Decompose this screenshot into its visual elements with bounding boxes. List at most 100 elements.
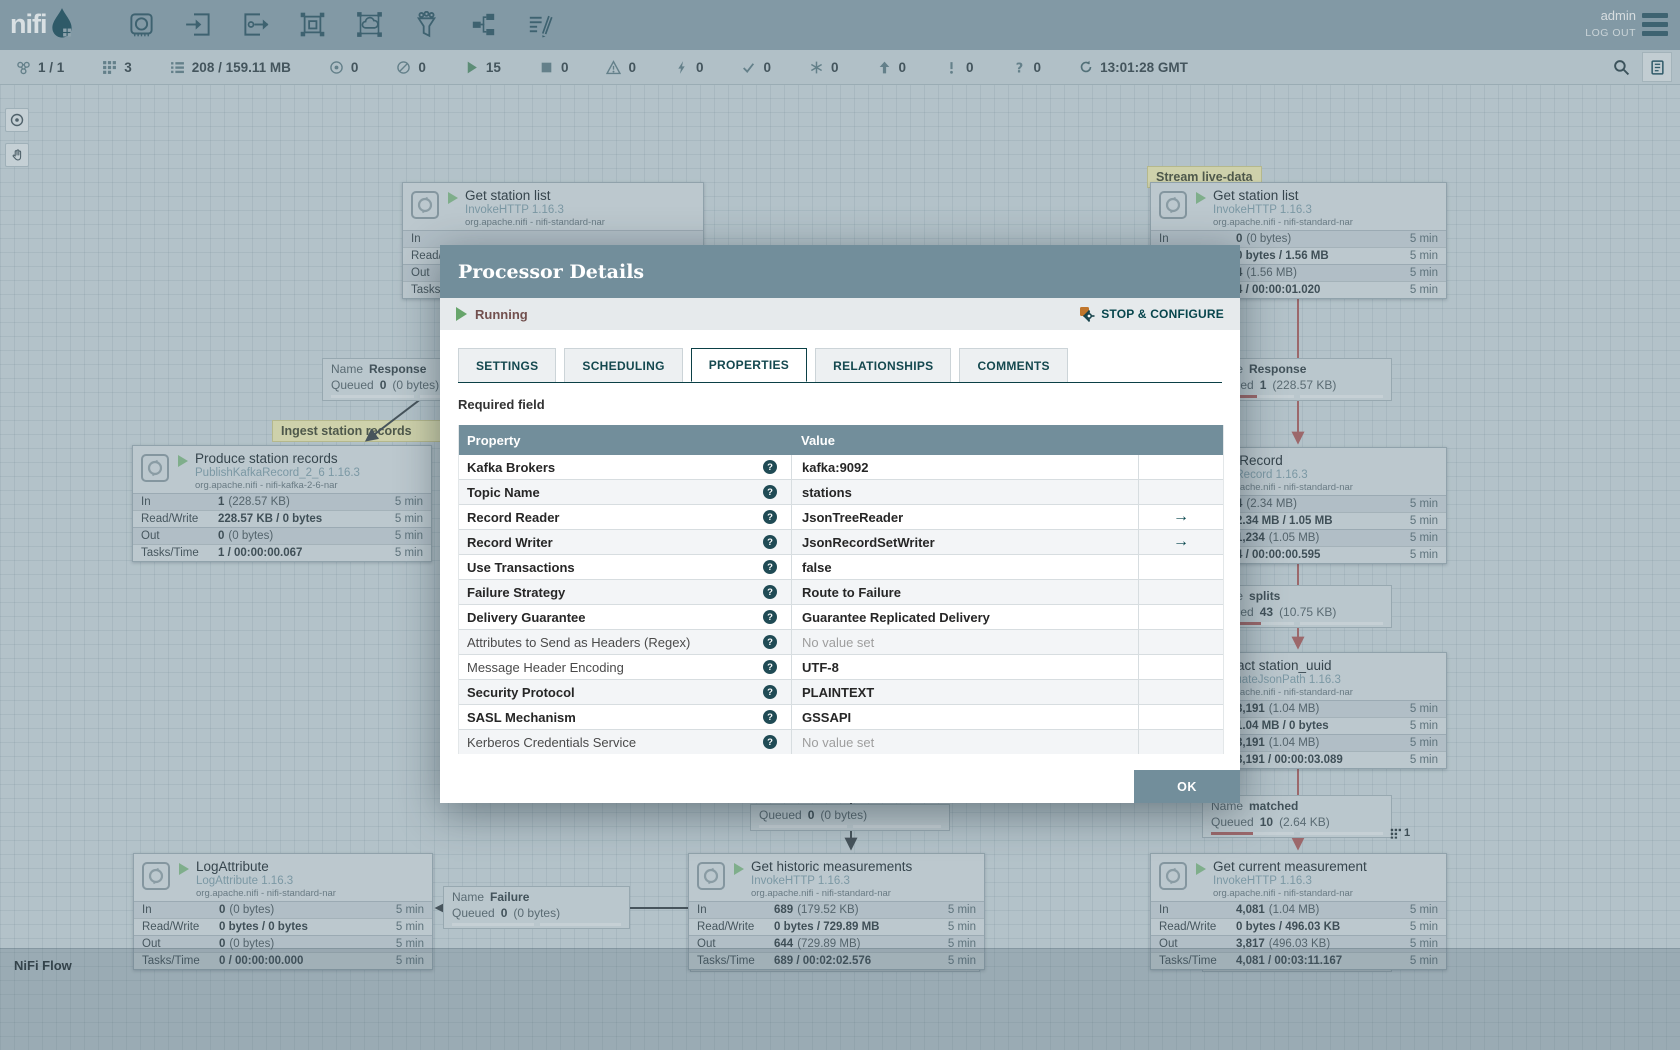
help-icon[interactable]: ? — [763, 710, 777, 724]
property-value: kafka:9092 — [791, 455, 1138, 479]
property-name-text: Record Writer — [467, 534, 553, 550]
goto-cell — [1138, 655, 1223, 679]
queue-progress-segment — [759, 825, 847, 828]
disabled-icon — [674, 60, 689, 75]
global-menu-icon[interactable] — [1642, 13, 1668, 40]
stat-period: 5 min — [394, 530, 423, 542]
processor-toolbar-icon[interactable] — [128, 11, 155, 38]
processor-stat-row: In 1 (228.57 KB) 5 min — [133, 493, 431, 510]
status-count: 0 — [966, 59, 974, 75]
stat-value-bold: 1.04 MB / 0 bytes — [1236, 720, 1329, 732]
help-icon[interactable]: ? — [763, 610, 777, 624]
help-icon[interactable]: ? — [763, 660, 777, 674]
connection-label-row: Queued 10 (2.64 KB) — [1211, 814, 1383, 830]
stat-value: 1 (228.57 KB) — [218, 496, 383, 508]
run-status-icon — [734, 863, 744, 875]
stat-period: 5 min — [394, 496, 423, 508]
locally-modified-stale-icon — [944, 60, 959, 75]
queue-progress-segment — [1300, 395, 1383, 398]
funnel-toolbar-icon[interactable] — [413, 11, 440, 38]
tab-settings[interactable]: SETTINGS — [458, 348, 557, 382]
property-row: Record Writer? JsonRecordSetWriter → — [459, 530, 1223, 555]
help-icon[interactable]: ? — [763, 685, 777, 699]
status-item-not-transmitting: 0 — [396, 60, 426, 75]
tab-relationships[interactable]: RELATIONSHIPS — [815, 348, 952, 382]
stat-period: 5 min — [394, 513, 423, 525]
stat-value: 0 bytes / 0 bytes — [219, 921, 384, 933]
flow-status-bar: 1 / 1 3 208 / 159.11 MB 0 0 15 0 0 0 0 0 0 0? 0 13:01… — [0, 50, 1680, 85]
stat-value: 1,234 (1.05 MB) — [1236, 532, 1398, 544]
flow-label[interactable]: Ingest station records — [272, 420, 448, 442]
help-icon[interactable]: ? — [763, 560, 777, 574]
tab-properties[interactable]: PROPERTIES — [690, 348, 808, 382]
breadcrumb[interactable]: NiFi Flow — [14, 958, 72, 973]
process-group-toolbar-icon[interactable] — [299, 11, 326, 38]
input-port-toolbar-icon[interactable] — [185, 11, 212, 38]
palette-operate-button[interactable] — [5, 143, 29, 167]
stat-value-bold: 4,081 — [1236, 904, 1265, 916]
property-name-text: Message Header Encoding — [467, 659, 624, 675]
help-icon[interactable]: ? — [763, 585, 777, 599]
stop-and-configure-button[interactable]: STOP & CONFIGURE — [1079, 306, 1224, 322]
connection-label-row: Name Failure — [452, 889, 621, 905]
refresh-icon[interactable] — [1079, 60, 1093, 74]
connection-label-value: Response — [1249, 362, 1307, 376]
processor-bundle: org.apache.nifi - nifi-kafka-2-6-nar — [195, 480, 338, 491]
user-block: admin LOG OUT — [1585, 8, 1636, 39]
stat-value-rest: (2.34 MB) — [1246, 498, 1297, 510]
stat-value-rest: (1.04 MB) — [1268, 737, 1320, 749]
stat-value — [488, 233, 655, 245]
help-icon[interactable]: ? — [763, 510, 777, 524]
goto-service-button[interactable]: → — [1138, 505, 1223, 529]
queue-progress-segment — [539, 923, 621, 926]
template-toolbar-icon[interactable] — [470, 11, 497, 38]
status-count: 3 — [124, 59, 132, 75]
goto-service-button[interactable]: → — [1138, 530, 1223, 554]
operate-panel-button[interactable] — [1642, 52, 1672, 82]
tab-comments[interactable]: COMMENTS — [959, 348, 1068, 382]
help-icon[interactable]: ? — [763, 535, 777, 549]
status-item-disabled: 0 — [674, 60, 703, 75]
help-icon[interactable]: ? — [763, 460, 777, 474]
active-threads-badge: 1 — [1390, 827, 1410, 839]
cluster-icon — [16, 60, 31, 75]
stat-value-bold: 1 / 00:00:00.067 — [218, 547, 303, 559]
run-status-icon — [1196, 192, 1206, 204]
processor-type: InvokeHTTP 1.16.3 — [1213, 204, 1312, 216]
tab-scheduling[interactable]: SCHEDULING — [564, 348, 683, 382]
label-toolbar-icon[interactable] — [527, 11, 554, 38]
connection-label-size: (10.75 KB) — [1279, 605, 1337, 619]
connection-label[interactable]: Name Failure Queued 0 (0 bytes) — [443, 886, 630, 929]
stat-value: 3,191 / 00:00:03.089 — [1236, 754, 1398, 766]
property-name: Topic Name? — [459, 485, 791, 500]
connection-label-value: 0 — [500, 906, 508, 920]
connection-label[interactable]: Queued 0 (0 bytes) — [750, 804, 950, 831]
output-port-toolbar-icon[interactable] — [242, 11, 269, 38]
stat-label: Out — [141, 530, 160, 542]
stat-value-rest: (1.04 MB) — [1268, 904, 1320, 916]
search-icon — [1613, 59, 1629, 75]
property-name: SASL Mechanism? — [459, 710, 791, 725]
status-item-stale: 0 — [877, 60, 906, 75]
queue-progress-fill — [1211, 832, 1253, 835]
stat-value-bold: 0 bytes / 496.03 KB — [1236, 921, 1341, 933]
search-button[interactable] — [1610, 56, 1632, 78]
goto-cell — [1138, 605, 1223, 629]
help-icon[interactable]: ? — [763, 635, 777, 649]
connection-label-size: (0 bytes) — [392, 378, 440, 392]
stat-period: 5 min — [395, 921, 424, 933]
processor-stat-row: In 0 (0 bytes) 5 min — [134, 901, 432, 918]
property-name-text: Attributes to Send as Headers (Regex) — [467, 634, 691, 650]
palette-navigate-button[interactable] — [5, 108, 29, 132]
remote-process-group-toolbar-icon[interactable] — [356, 11, 383, 38]
breadcrumb-bar: NiFi Flow — [0, 948, 1680, 1050]
help-icon[interactable]: ? — [763, 485, 777, 499]
logout-link[interactable]: LOG OUT — [1585, 27, 1636, 39]
ok-button[interactable]: OK — [1134, 770, 1240, 803]
stat-value: 4(1.56 MB) — [1236, 267, 1398, 279]
property-value: stations — [791, 480, 1138, 504]
processor-bundle: org.apache.nifi - nifi-standard-nar — [196, 888, 336, 899]
property-value: JsonRecordSetWriter — [791, 530, 1138, 554]
help-icon[interactable]: ? — [763, 735, 777, 749]
processor[interactable]: Produce station records PublishKafkaRecor… — [132, 445, 432, 562]
